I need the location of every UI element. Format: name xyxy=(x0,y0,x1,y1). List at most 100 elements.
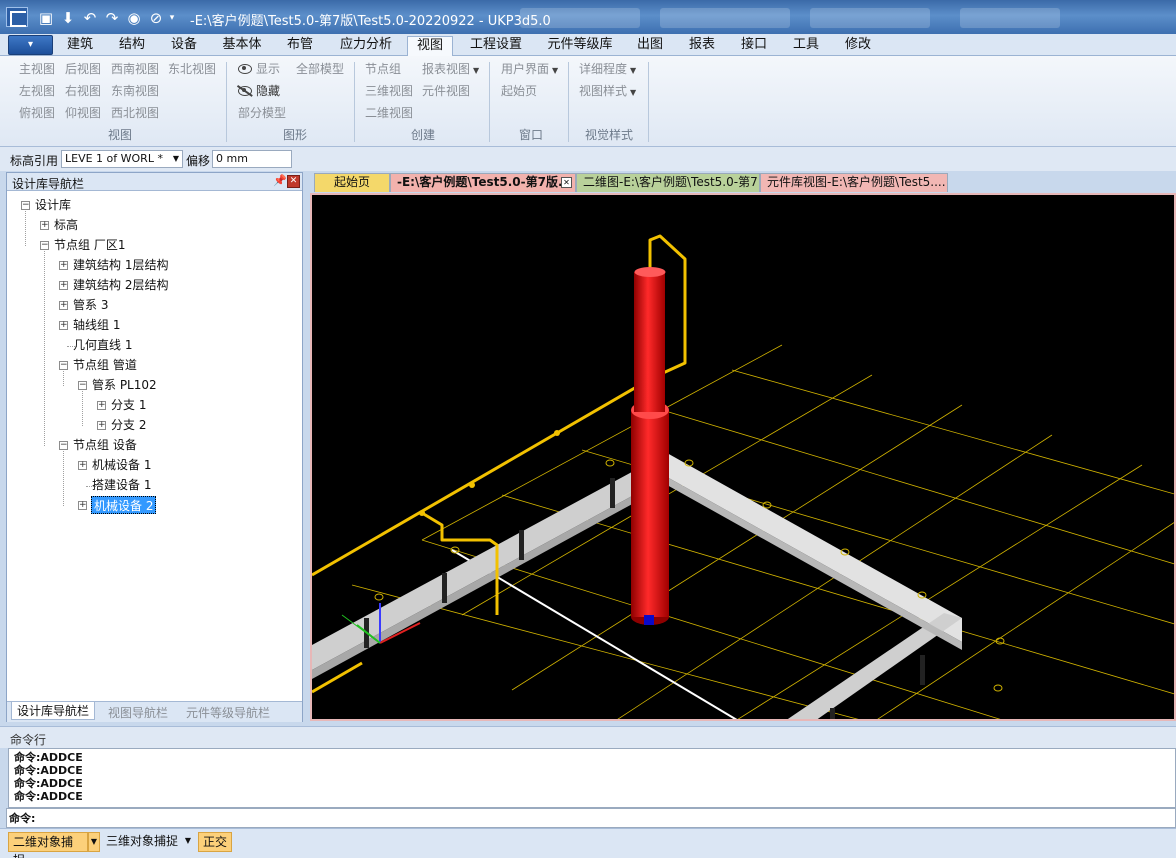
expand-icon[interactable]: + xyxy=(59,301,68,310)
2d-view-button[interactable]: 二维视图 xyxy=(365,104,413,122)
left-view-button[interactable]: 左视图 xyxy=(19,82,55,100)
command-history-line: 命令:ADDCE xyxy=(14,790,83,803)
nav-panel-tabs: 设计库导航栏 视图导航栏 元件等级导航栏 xyxy=(7,701,302,722)
tab-drawing[interactable]: 出图 xyxy=(632,36,668,56)
tree-node[interactable]: 几何直线 1 xyxy=(73,336,132,354)
user-interface-button[interactable]: 用户界面 ▼ xyxy=(501,60,558,78)
tab-building[interactable]: 建筑 xyxy=(60,36,100,56)
expand-icon[interactable]: + xyxy=(97,401,106,410)
tab-basic-body[interactable]: 基本体 xyxy=(216,36,268,56)
undo-icon[interactable]: ↶ xyxy=(80,9,100,27)
tree-node[interactable]: 管系 PL102 xyxy=(92,376,157,394)
download-icon[interactable]: ⬇ xyxy=(58,9,78,27)
expand-icon[interactable]: + xyxy=(97,421,106,430)
northeast-view-button[interactable]: 东北视图 xyxy=(168,60,216,78)
tree-node[interactable]: 分支 2 xyxy=(111,416,146,434)
start-page-button[interactable]: 起始页 xyxy=(501,82,537,100)
close-icon[interactable]: ✕ xyxy=(287,175,300,188)
doc-tab-component-library-view[interactable]: 元件库视图-E:\客户例题\Test5.... xyxy=(760,173,948,192)
window-title: -E:\客户例题\Test5.0-第7版\Test5.0-20220922 - … xyxy=(190,14,551,29)
tree-node[interactable]: 节点组 管道 xyxy=(73,356,137,374)
tab-piping[interactable]: 布管 xyxy=(280,36,320,56)
tree-node[interactable]: 机械设备 1 xyxy=(92,456,151,474)
save-icon[interactable]: ▣ xyxy=(36,9,56,27)
tree-node[interactable]: 建筑结构 2层结构 xyxy=(73,276,168,294)
doc-tab-3d-model[interactable]: -E:\客户例题\Test5.0-第7版... ✕ xyxy=(390,173,576,192)
elevation-ref-select[interactable]: LEVE 1 of WORL * ▼ xyxy=(61,150,183,168)
tab-design-nav[interactable]: 设计库导航栏 xyxy=(11,702,96,720)
tab-interface[interactable]: 接口 xyxy=(736,36,772,56)
doc-tab-2d-drawing[interactable]: 二维图-E:\客户例题\Test5.0-第7... xyxy=(576,173,760,192)
show-button[interactable]: 显示 xyxy=(238,60,280,78)
partial-model-button[interactable]: 部分模型 xyxy=(238,104,286,122)
design-tree: − 设计库 + 标高 − 节点组 厂区1 + 建筑结构 1层结构 + 建筑结构 … xyxy=(7,192,302,699)
back-view-button[interactable]: 后视图 xyxy=(65,60,101,78)
expand-icon[interactable]: + xyxy=(59,261,68,270)
front-view-button[interactable]: 主视图 xyxy=(19,60,55,78)
2d-snap-toggle[interactable]: 二维对象捕捉 xyxy=(8,832,88,858)
expand-icon[interactable]: + xyxy=(78,501,87,510)
view-style-button[interactable]: 视图样式 ▼ xyxy=(579,82,636,100)
node-group-button[interactable]: 节点组 xyxy=(365,60,401,78)
report-view-button[interactable]: 报表视图 ▼ xyxy=(422,60,479,78)
ortho-toggle[interactable]: 正交 xyxy=(198,832,232,852)
tab-view-nav[interactable]: 视图导航栏 xyxy=(103,704,173,722)
tree-node[interactable]: 标高 xyxy=(54,216,78,234)
tree-node[interactable]: 轴线组 1 xyxy=(73,316,120,334)
tab-stress-analysis[interactable]: 应力分析 xyxy=(334,36,398,56)
redo-icon[interactable]: ↷ xyxy=(102,9,122,27)
doc-tab-start-page[interactable]: 起始页 xyxy=(314,173,390,192)
tab-project-settings[interactable]: 工程设置 xyxy=(464,36,528,56)
tab-report[interactable]: 报表 xyxy=(684,36,720,56)
right-view-button[interactable]: 右视图 xyxy=(65,82,101,100)
tree-node[interactable]: 节点组 厂区1 xyxy=(54,236,125,254)
tree-node-selected[interactable]: 机械设备 2 xyxy=(91,496,157,514)
chevron-down-icon[interactable]: ▼ xyxy=(88,832,100,852)
northwest-view-button[interactable]: 西北视图 xyxy=(111,104,159,122)
tree-node[interactable]: 搭建设备 1 xyxy=(92,476,151,494)
tree-node[interactable]: 分支 1 xyxy=(111,396,146,414)
3d-view-button[interactable]: 三维视图 xyxy=(365,82,413,100)
pin-icon[interactable]: 📌 xyxy=(273,174,287,187)
expand-icon[interactable]: + xyxy=(40,221,49,230)
app-logo-icon[interactable] xyxy=(6,7,28,27)
tab-tools[interactable]: 工具 xyxy=(788,36,824,56)
ribbon-separator xyxy=(354,62,355,142)
3d-viewport[interactable] xyxy=(310,193,1176,721)
detail-level-button[interactable]: 详细程度 ▼ xyxy=(579,60,636,78)
tab-view[interactable]: 视图 xyxy=(407,36,453,56)
tab-structure[interactable]: 结构 xyxy=(112,36,152,56)
tab-modify[interactable]: 修改 xyxy=(840,36,876,56)
tree-node[interactable]: 节点组 设备 xyxy=(73,436,137,454)
component-view-button[interactable]: 元件视图 xyxy=(422,82,470,100)
full-model-button[interactable]: 全部模型 xyxy=(296,60,344,78)
expand-icon[interactable]: + xyxy=(59,281,68,290)
tree-node[interactable]: 设计库 xyxy=(35,196,71,214)
southeast-view-button[interactable]: 东南视图 xyxy=(111,82,159,100)
collapse-icon[interactable]: − xyxy=(40,241,49,250)
expand-icon[interactable]: + xyxy=(78,461,87,470)
bottom-view-button[interactable]: 仰视图 xyxy=(65,104,101,122)
chevron-down-icon[interactable]: ▼ xyxy=(182,832,194,852)
quick-access-dropdown-icon[interactable]: ▾ xyxy=(166,9,178,27)
tree-node[interactable]: 建筑结构 1层结构 xyxy=(73,256,168,274)
expand-icon[interactable]: + xyxy=(59,321,68,330)
collapse-icon[interactable]: − xyxy=(59,441,68,450)
southwest-view-button[interactable]: 西南视图 xyxy=(111,60,159,78)
close-tab-icon[interactable]: ✕ xyxy=(561,177,572,188)
tab-component-grade-nav[interactable]: 元件等级导航栏 xyxy=(181,704,275,722)
hide-button[interactable]: 隐藏 xyxy=(238,82,280,100)
app-menu-button[interactable]: ▾ xyxy=(8,35,53,55)
3d-snap-toggle[interactable]: 三维对象捕捉 xyxy=(102,832,182,852)
collapse-icon[interactable]: − xyxy=(59,361,68,370)
collapse-icon[interactable]: − xyxy=(21,201,30,210)
top-view-button[interactable]: 俯视图 xyxy=(19,104,55,122)
command-input[interactable]: 命令: xyxy=(6,808,1176,828)
show-icon[interactable]: ◉ xyxy=(124,9,144,27)
tree-node[interactable]: 管系 3 xyxy=(73,296,108,314)
tab-equipment[interactable]: 设备 xyxy=(164,36,204,56)
hide-icon[interactable]: ⊘ xyxy=(146,9,166,27)
tab-component-library[interactable]: 元件等级库 xyxy=(544,36,616,56)
offset-input[interactable]: 0 mm xyxy=(212,150,292,168)
collapse-icon[interactable]: − xyxy=(78,381,87,390)
